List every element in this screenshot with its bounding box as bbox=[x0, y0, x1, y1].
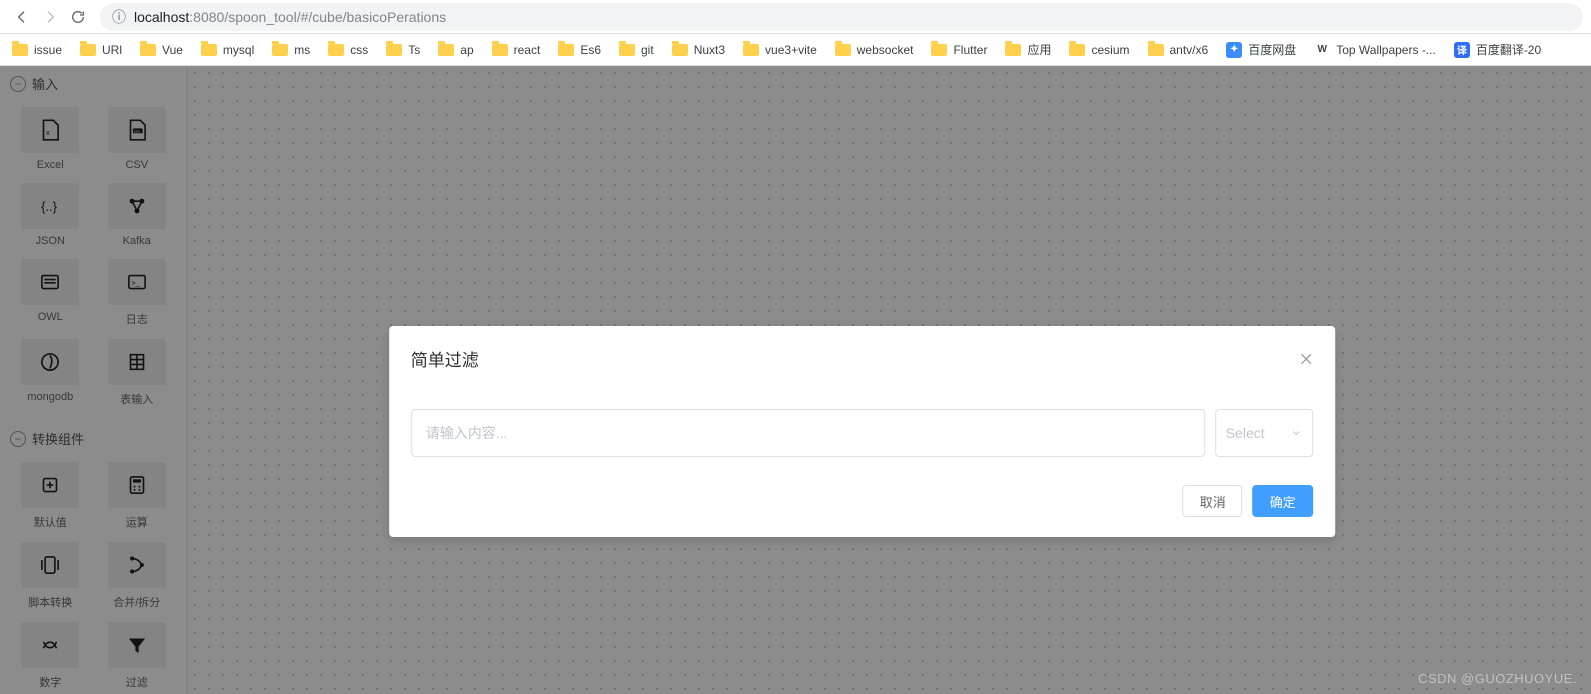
bookmark-item[interactable]: Vue bbox=[140, 43, 183, 57]
modal-footer: 取消 确定 bbox=[389, 467, 1335, 537]
filter-select[interactable]: Select bbox=[1215, 409, 1313, 457]
folder-icon bbox=[492, 44, 508, 56]
bookmark-item[interactable]: issue bbox=[12, 43, 62, 57]
bookmark-item[interactable]: ap bbox=[438, 43, 473, 57]
bookmark-label: Es6 bbox=[580, 43, 601, 57]
bookmark-label: ap bbox=[460, 43, 473, 57]
bookmark-item[interactable]: Es6 bbox=[558, 43, 601, 57]
bookmark-label: Nuxt3 bbox=[694, 43, 725, 57]
folder-icon bbox=[619, 44, 635, 56]
bookmark-item[interactable]: W Top Wallpapers -... bbox=[1314, 42, 1436, 58]
address-port: :8080 bbox=[189, 9, 224, 25]
bookmark-label: Ts bbox=[408, 43, 420, 57]
bookmark-label: websocket bbox=[857, 43, 914, 57]
bookmark-favicon: ✦ bbox=[1226, 42, 1242, 58]
reload-icon bbox=[70, 9, 86, 25]
bookmark-item[interactable]: vue3+vite bbox=[743, 43, 817, 57]
bookmark-item[interactable]: git bbox=[619, 43, 654, 57]
arrow-left-icon bbox=[14, 9, 30, 25]
bookmark-item[interactable]: cesium bbox=[1069, 43, 1129, 57]
folder-icon bbox=[140, 44, 156, 56]
address-host: localhost bbox=[134, 9, 189, 25]
bookmark-label: react bbox=[514, 43, 541, 57]
bookmark-item[interactable]: react bbox=[492, 43, 541, 57]
confirm-button[interactable]: 确定 bbox=[1253, 485, 1313, 517]
folder-icon bbox=[386, 44, 402, 56]
folder-icon bbox=[201, 44, 217, 56]
folder-icon bbox=[743, 44, 759, 56]
site-info-icon[interactable]: ⓘ bbox=[112, 7, 126, 27]
bookmark-label: Flutter bbox=[953, 43, 987, 57]
bookmark-label: cesium bbox=[1091, 43, 1129, 57]
bookmark-label: git bbox=[641, 43, 654, 57]
bookmark-item[interactable]: ms bbox=[272, 43, 310, 57]
bookmark-label: Vue bbox=[162, 43, 183, 57]
back-button[interactable] bbox=[8, 3, 36, 31]
reload-button[interactable] bbox=[64, 3, 92, 31]
modal-close-button[interactable] bbox=[1299, 352, 1313, 366]
bookmark-favicon: 译 bbox=[1454, 42, 1470, 58]
modal-header: 简单过滤 bbox=[389, 326, 1335, 381]
cancel-button[interactable]: 取消 bbox=[1183, 485, 1243, 517]
forward-button[interactable] bbox=[36, 3, 64, 31]
folder-icon bbox=[672, 44, 688, 56]
folder-icon bbox=[80, 44, 96, 56]
bookmark-item[interactable]: Nuxt3 bbox=[672, 43, 725, 57]
bookmark-label: vue3+vite bbox=[765, 43, 817, 57]
bookmarks-bar: issue URl Vue mysql ms css Ts ap react Es6 git Nuxt… bbox=[0, 34, 1591, 66]
folder-icon bbox=[1005, 44, 1021, 56]
bookmark-label: mysql bbox=[223, 43, 254, 57]
watermark: CSDN @GUOZHUOYUE. bbox=[1418, 671, 1577, 686]
folder-icon bbox=[12, 44, 28, 56]
bookmark-label: 应用 bbox=[1027, 41, 1051, 58]
folder-icon bbox=[835, 44, 851, 56]
address-path: /spoon_tool/#/cube/basicoPerations bbox=[224, 9, 446, 25]
bookmark-favicon: W bbox=[1314, 42, 1330, 58]
filter-input[interactable] bbox=[411, 409, 1205, 457]
browser-nav-bar: ⓘ localhost:8080/spoon_tool/#/cube/basic… bbox=[0, 0, 1591, 34]
bookmark-label: URl bbox=[102, 43, 122, 57]
bookmark-item[interactable]: URl bbox=[80, 43, 122, 57]
close-icon bbox=[1299, 352, 1313, 366]
bookmark-label: 百度网盘 bbox=[1248, 41, 1296, 58]
bookmark-label: 百度翻译-20 bbox=[1476, 41, 1541, 58]
bookmark-item[interactable]: 应用 bbox=[1005, 41, 1051, 58]
bookmark-item[interactable]: Flutter bbox=[931, 43, 987, 57]
bookmark-label: Top Wallpapers -... bbox=[1336, 43, 1436, 57]
filter-modal: 简单过滤 Select 取消 确定 bbox=[389, 326, 1335, 537]
folder-icon bbox=[272, 44, 288, 56]
arrow-right-icon bbox=[42, 9, 58, 25]
bookmark-item[interactable]: websocket bbox=[835, 43, 914, 57]
folder-icon bbox=[1069, 44, 1085, 56]
select-placeholder: Select bbox=[1226, 425, 1265, 441]
bookmark-label: css bbox=[350, 43, 368, 57]
folder-icon bbox=[931, 44, 947, 56]
folder-icon bbox=[1148, 44, 1164, 56]
bookmark-item[interactable]: mysql bbox=[201, 43, 254, 57]
modal-title: 简单过滤 bbox=[411, 346, 479, 371]
modal-body: Select bbox=[389, 381, 1335, 467]
bookmark-label: issue bbox=[34, 43, 62, 57]
folder-icon bbox=[558, 44, 574, 56]
bookmark-item[interactable]: ✦ 百度网盘 bbox=[1226, 41, 1296, 58]
folder-icon bbox=[328, 44, 344, 56]
bookmark-item[interactable]: Ts bbox=[386, 43, 420, 57]
folder-icon bbox=[438, 44, 454, 56]
chevron-down-icon bbox=[1290, 427, 1302, 439]
address-bar[interactable]: ⓘ localhost:8080/spoon_tool/#/cube/basic… bbox=[100, 3, 1583, 31]
bookmark-label: antv/x6 bbox=[1170, 43, 1209, 57]
bookmark-item[interactable]: antv/x6 bbox=[1148, 43, 1209, 57]
bookmark-label: ms bbox=[294, 43, 310, 57]
bookmark-item[interactable]: 译百度翻译-20 bbox=[1454, 41, 1541, 58]
bookmark-item[interactable]: css bbox=[328, 43, 368, 57]
app-container: −输入xExcelcsvCSV{..}JSONKafkaOWL>_日志mongo… bbox=[0, 66, 1591, 694]
